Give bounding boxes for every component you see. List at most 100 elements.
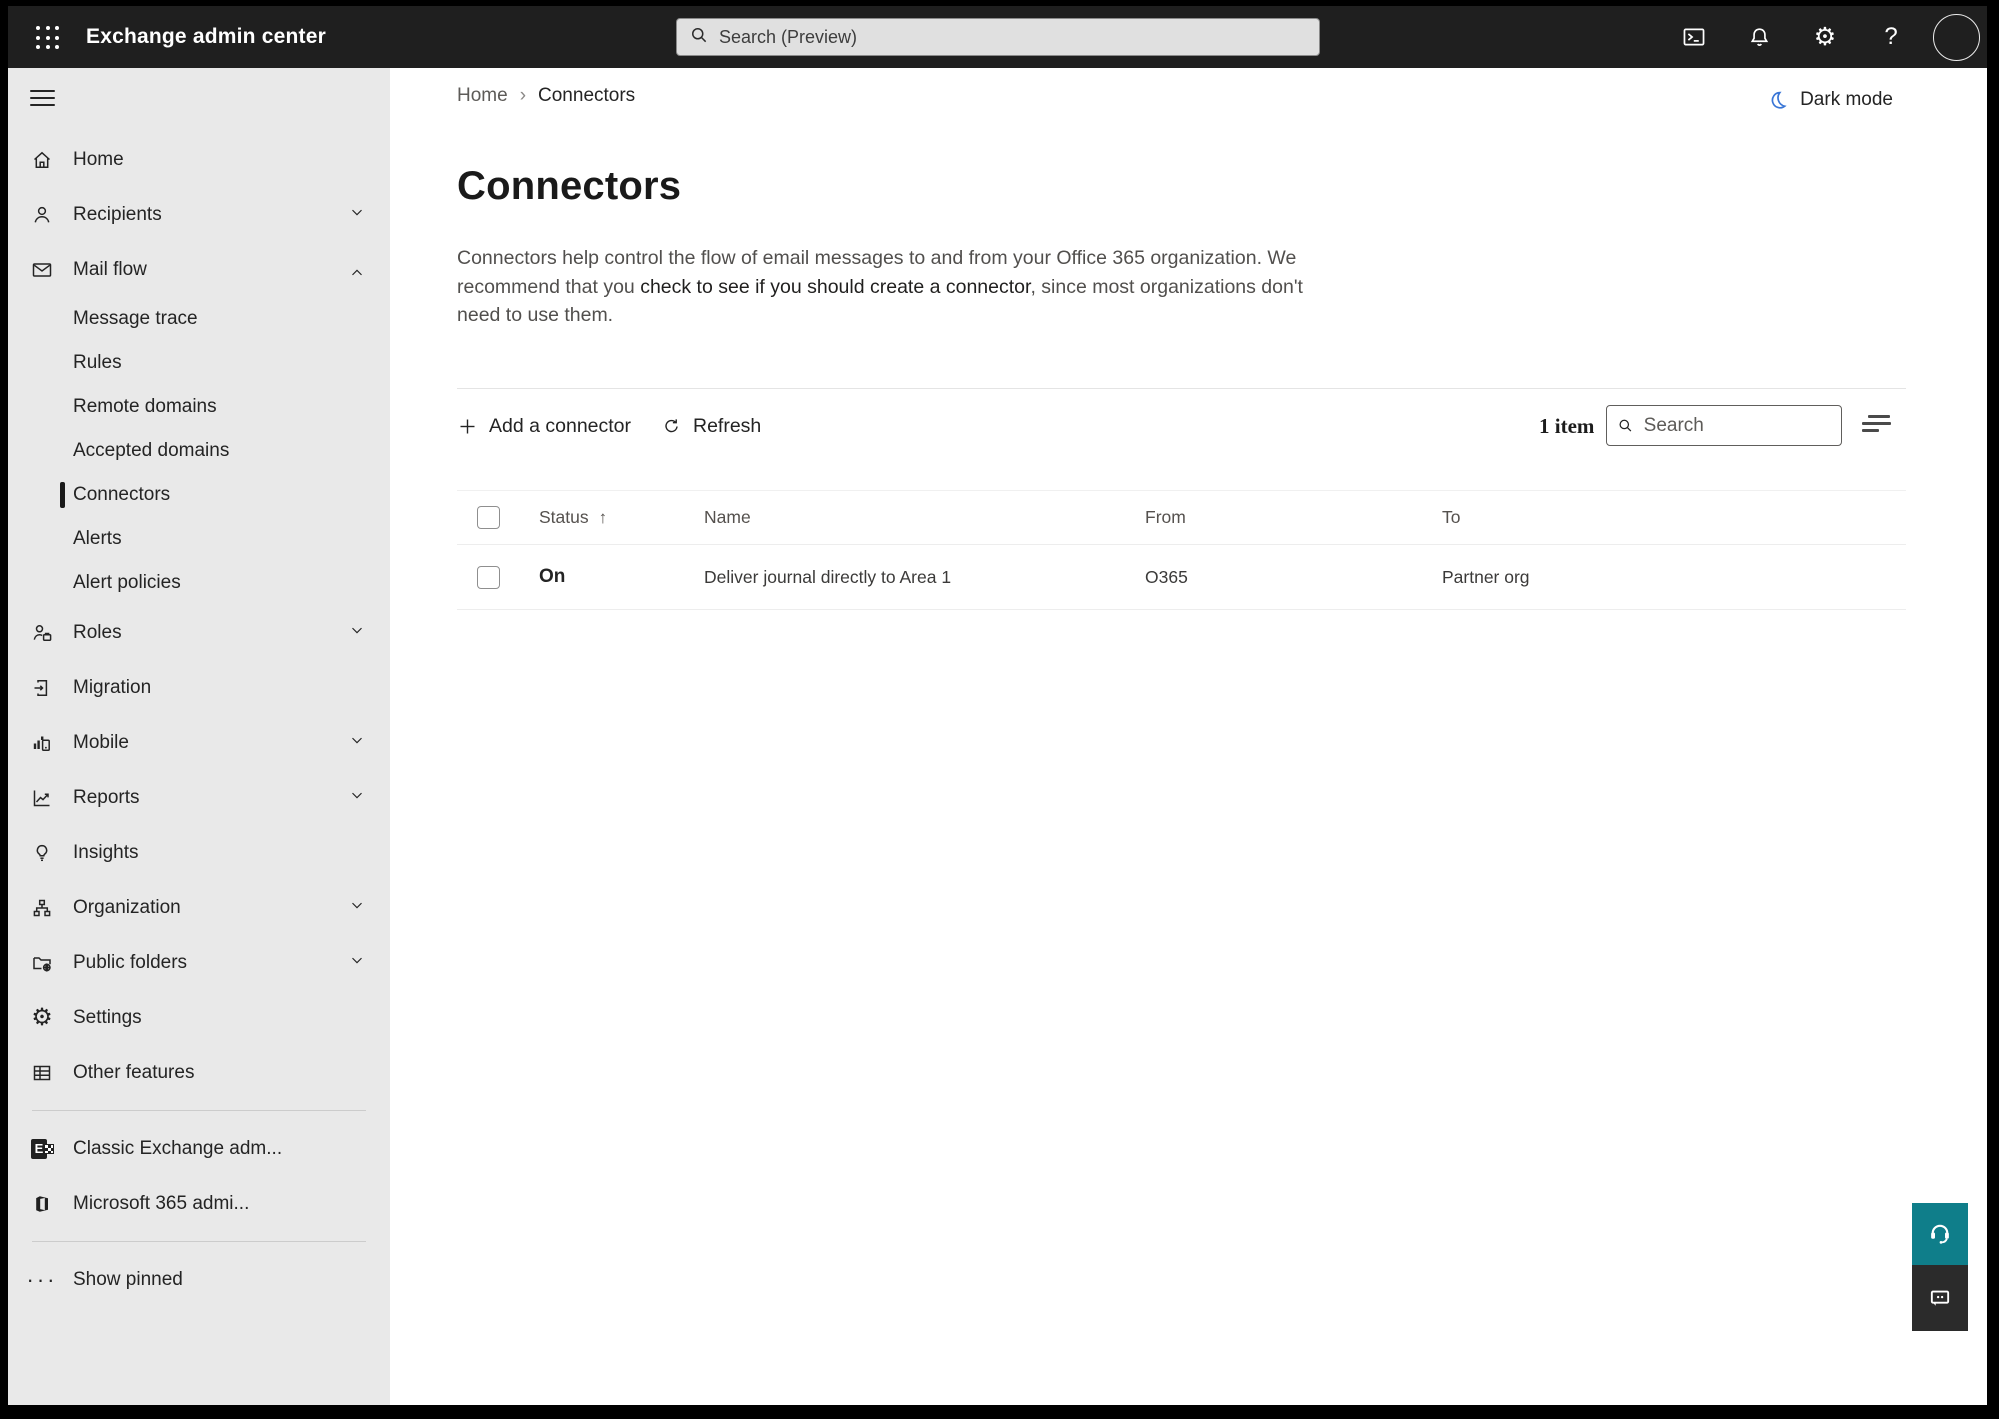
- sidebar-item-rules[interactable]: Rules: [8, 341, 390, 385]
- sort-ascending-icon: ↑: [598, 507, 608, 527]
- sidebar-item-label: Message trace: [73, 308, 198, 329]
- create-connector-check-link[interactable]: check to see if you should create a conn…: [640, 276, 1030, 298]
- sidebar-item-home[interactable]: Home: [8, 132, 390, 187]
- main-content: Home › Connectors Dark mode Connectors C…: [390, 68, 1987, 1405]
- sidebar-item-insights[interactable]: Insights: [8, 825, 390, 880]
- grid-table-icon: [30, 1061, 54, 1085]
- sidebar-item-label: Reports: [73, 786, 140, 808]
- add-connector-label: Add a connector: [489, 414, 632, 437]
- folder-globe-icon: [30, 951, 54, 975]
- table-row[interactable]: On Deliver journal directly to Area 1 O3…: [457, 545, 1906, 610]
- sidebar-item-alerts[interactable]: Alerts: [8, 517, 390, 561]
- column-header-name[interactable]: Name: [704, 507, 1145, 528]
- sidebar-item-connectors[interactable]: Connectors: [8, 473, 390, 517]
- sidebar-item-label: Accepted domains: [73, 440, 230, 461]
- sidebar-item-microsoft-365-admin[interactable]: Microsoft 365 admi...: [8, 1176, 390, 1231]
- cell-from: O365: [1145, 566, 1188, 587]
- support-button[interactable]: [1912, 1203, 1968, 1265]
- sidebar-item-migration[interactable]: Migration: [8, 660, 390, 715]
- chevron-down-icon: [348, 203, 366, 227]
- page-title: Connectors: [457, 164, 682, 208]
- sidebar-item-label: Show pinned: [73, 1268, 183, 1290]
- column-header-from[interactable]: From: [1145, 507, 1442, 528]
- sidebar-item-label: Connectors: [73, 484, 171, 505]
- refresh-label: Refresh: [693, 414, 762, 437]
- sidebar-item-mail-flow[interactable]: Mail flow: [8, 242, 390, 297]
- column-header-status[interactable]: Status ↑: [539, 507, 704, 528]
- refresh-icon: [665, 418, 678, 432]
- settings-gear-icon[interactable]: ⚙: [1803, 6, 1847, 68]
- column-label: Status: [539, 507, 589, 527]
- account-avatar[interactable]: [1933, 14, 1980, 61]
- table-header: Status ↑ Name From To: [457, 490, 1906, 545]
- list-search-input[interactable]: [1643, 414, 1831, 437]
- column-header-to[interactable]: To: [1442, 507, 1906, 528]
- sidebar-item-roles[interactable]: Roles: [8, 605, 390, 660]
- cell-name[interactable]: Deliver journal directly to Area 1: [704, 567, 1145, 588]
- chevron-up-icon: [348, 258, 366, 282]
- mobile-icon: [30, 731, 54, 755]
- breadcrumb: Home › Connectors: [457, 82, 635, 110]
- sidebar-divider: [32, 1241, 366, 1242]
- row-checkbox[interactable]: [477, 565, 500, 589]
- plus-icon: [460, 419, 475, 433]
- sidebar-item-label: Microsoft 365 admi...: [73, 1192, 250, 1214]
- breadcrumb-current: Connectors: [538, 85, 636, 106]
- dark-mode-label: Dark mode: [1800, 89, 1893, 110]
- powershell-terminal-icon[interactable]: [1672, 6, 1716, 68]
- global-search[interactable]: [676, 18, 1320, 56]
- sidebar-item-label: Home: [73, 148, 124, 170]
- search-icon: [689, 25, 709, 50]
- sidebar-item-mobile[interactable]: Mobile: [8, 715, 390, 770]
- filter-icon[interactable]: [1862, 411, 1896, 441]
- lightbulb-icon: [30, 841, 54, 865]
- sidebar-item-classic-exchange-admin[interactable]: E Classic Exchange adm...: [8, 1121, 390, 1176]
- sidebar-item-recipients[interactable]: Recipients: [8, 187, 390, 242]
- add-connector-button[interactable]: Add a connector: [457, 403, 631, 449]
- sidebar-item-label: Recipients: [73, 203, 162, 225]
- app-launcher-icon[interactable]: [28, 18, 68, 58]
- help-icon[interactable]: ?: [1869, 6, 1913, 68]
- collapse-nav-button[interactable]: [8, 76, 390, 120]
- breadcrumb-home-link[interactable]: Home: [457, 85, 508, 107]
- sidebar-item-remote-domains[interactable]: Remote domains: [8, 385, 390, 429]
- chevron-down-icon: [348, 786, 366, 810]
- sidebar-item-other-features[interactable]: Other features: [8, 1045, 390, 1100]
- ellipsis-icon: ···: [26, 1266, 58, 1292]
- global-search-input[interactable]: [719, 26, 1307, 48]
- top-app-bar: Exchange admin center ⚙ ?: [8, 6, 1987, 68]
- sidebar-item-label: Insights: [73, 841, 139, 863]
- sidebar-item-settings[interactable]: ⚙ Settings: [8, 990, 390, 1045]
- cell-status: On: [539, 566, 566, 587]
- migration-icon: [30, 676, 54, 700]
- sidebar-item-public-folders[interactable]: Public folders: [8, 935, 390, 990]
- breadcrumb-separator-icon: ›: [519, 85, 527, 106]
- notifications-bell-icon[interactable]: [1737, 6, 1781, 68]
- feedback-button[interactable]: [1912, 1265, 1968, 1331]
- list-search-box[interactable]: [1606, 405, 1842, 446]
- item-count: 1 item: [1539, 413, 1595, 438]
- sidebar-item-show-pinned[interactable]: ··· Show pinned: [8, 1252, 390, 1307]
- sidebar-item-label: Classic Exchange adm...: [73, 1137, 283, 1159]
- sidebar-item-label: Mail flow: [73, 258, 147, 280]
- sidebar-item-label: Other features: [73, 1061, 195, 1083]
- sidebar-item-label: Alerts: [73, 528, 122, 549]
- list-toolbar: Add a connector Refresh 1 item: [457, 403, 1987, 449]
- sidebar-item-organization[interactable]: Organization: [8, 880, 390, 935]
- sidebar-item-label: Organization: [73, 896, 181, 918]
- sidebar-item-label: Settings: [73, 1006, 142, 1028]
- sidebar-item-alert-policies[interactable]: Alert policies: [8, 561, 390, 605]
- chevron-down-icon: [348, 896, 366, 920]
- crescent-moon-icon: [1771, 91, 1787, 109]
- left-navigation: Home Recipients Mail flow Message trace …: [8, 68, 390, 1405]
- sidebar-item-reports[interactable]: Reports: [8, 770, 390, 825]
- sidebar-item-accepted-domains[interactable]: Accepted domains: [8, 429, 390, 473]
- sidebar-item-message-trace[interactable]: Message trace: [8, 297, 390, 341]
- dark-mode-toggle[interactable]: Dark mode: [1765, 88, 1893, 112]
- sidebar-item-label: Migration: [73, 676, 152, 698]
- refresh-button[interactable]: Refresh: [661, 403, 761, 449]
- sidebar-item-label: Remote domains: [73, 396, 217, 417]
- headset-icon: [1931, 1224, 1949, 1244]
- reports-icon: [30, 786, 54, 810]
- select-all-checkbox[interactable]: [477, 506, 500, 529]
